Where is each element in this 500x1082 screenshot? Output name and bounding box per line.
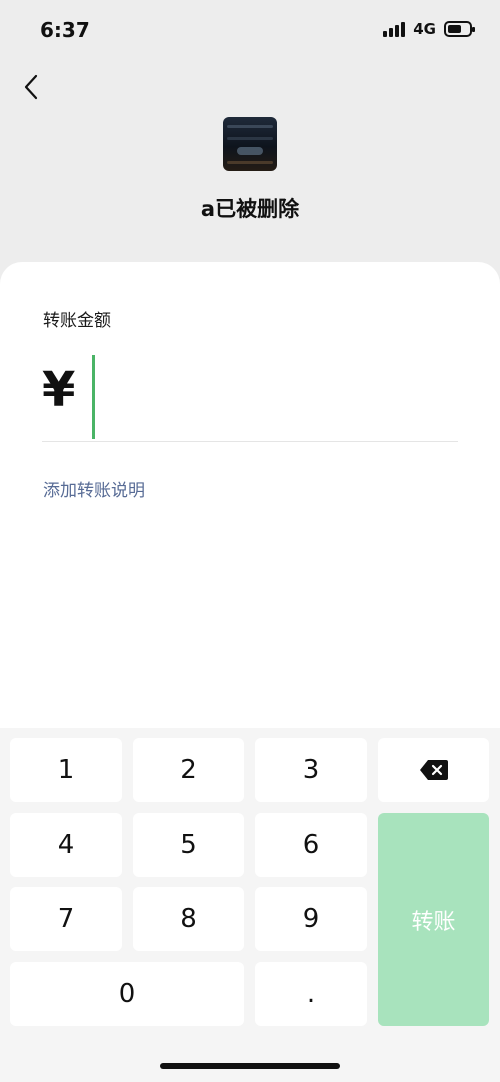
key-3[interactable]: 3 xyxy=(255,738,367,802)
recipient-name: a已被删除 xyxy=(200,197,300,221)
amount-label: 转账金额 xyxy=(43,311,111,331)
transfer-screen: 6:37 4G a已被删除 转账金额 ¥ 添加转账说明 1 2 3 4 5 6 … xyxy=(0,0,500,1082)
key-6[interactable]: 6 xyxy=(255,813,367,877)
add-remark-link[interactable]: 添加转账说明 xyxy=(43,476,145,501)
key-2[interactable]: 2 xyxy=(133,738,244,802)
avatar xyxy=(223,117,277,171)
battery-level xyxy=(448,25,461,33)
back-button[interactable] xyxy=(14,70,48,104)
key-0[interactable]: 0 xyxy=(10,962,244,1026)
backspace-icon xyxy=(419,760,448,780)
key-5[interactable]: 5 xyxy=(133,813,244,877)
divider xyxy=(42,441,458,442)
key-dot[interactable]: . xyxy=(255,962,367,1026)
transfer-card: 转账金额 ¥ 添加转账说明 xyxy=(0,262,500,728)
numeric-keypad: 1 2 3 4 5 6 7 8 9 0 . 转账 xyxy=(0,728,500,1082)
delete-key[interactable] xyxy=(378,738,489,802)
input-cursor xyxy=(92,355,95,439)
amount-input[interactable] xyxy=(100,355,458,439)
key-7[interactable]: 7 xyxy=(10,887,122,951)
battery-icon xyxy=(444,21,475,37)
currency-symbol: ¥ xyxy=(42,362,76,418)
status-indicators: 4G xyxy=(383,20,475,38)
key-4[interactable]: 4 xyxy=(10,813,122,877)
key-1[interactable]: 1 xyxy=(10,738,122,802)
home-indicator[interactable] xyxy=(160,1063,340,1069)
network-label: 4G xyxy=(413,20,436,38)
chevron-left-icon xyxy=(24,74,38,100)
transfer-submit-button[interactable]: 转账 xyxy=(378,813,489,1026)
key-8[interactable]: 8 xyxy=(133,887,244,951)
key-9[interactable]: 9 xyxy=(255,887,367,951)
status-time: 6:37 xyxy=(40,18,90,42)
signal-icon xyxy=(383,21,406,37)
status-bar: 6:37 4G xyxy=(0,0,500,60)
